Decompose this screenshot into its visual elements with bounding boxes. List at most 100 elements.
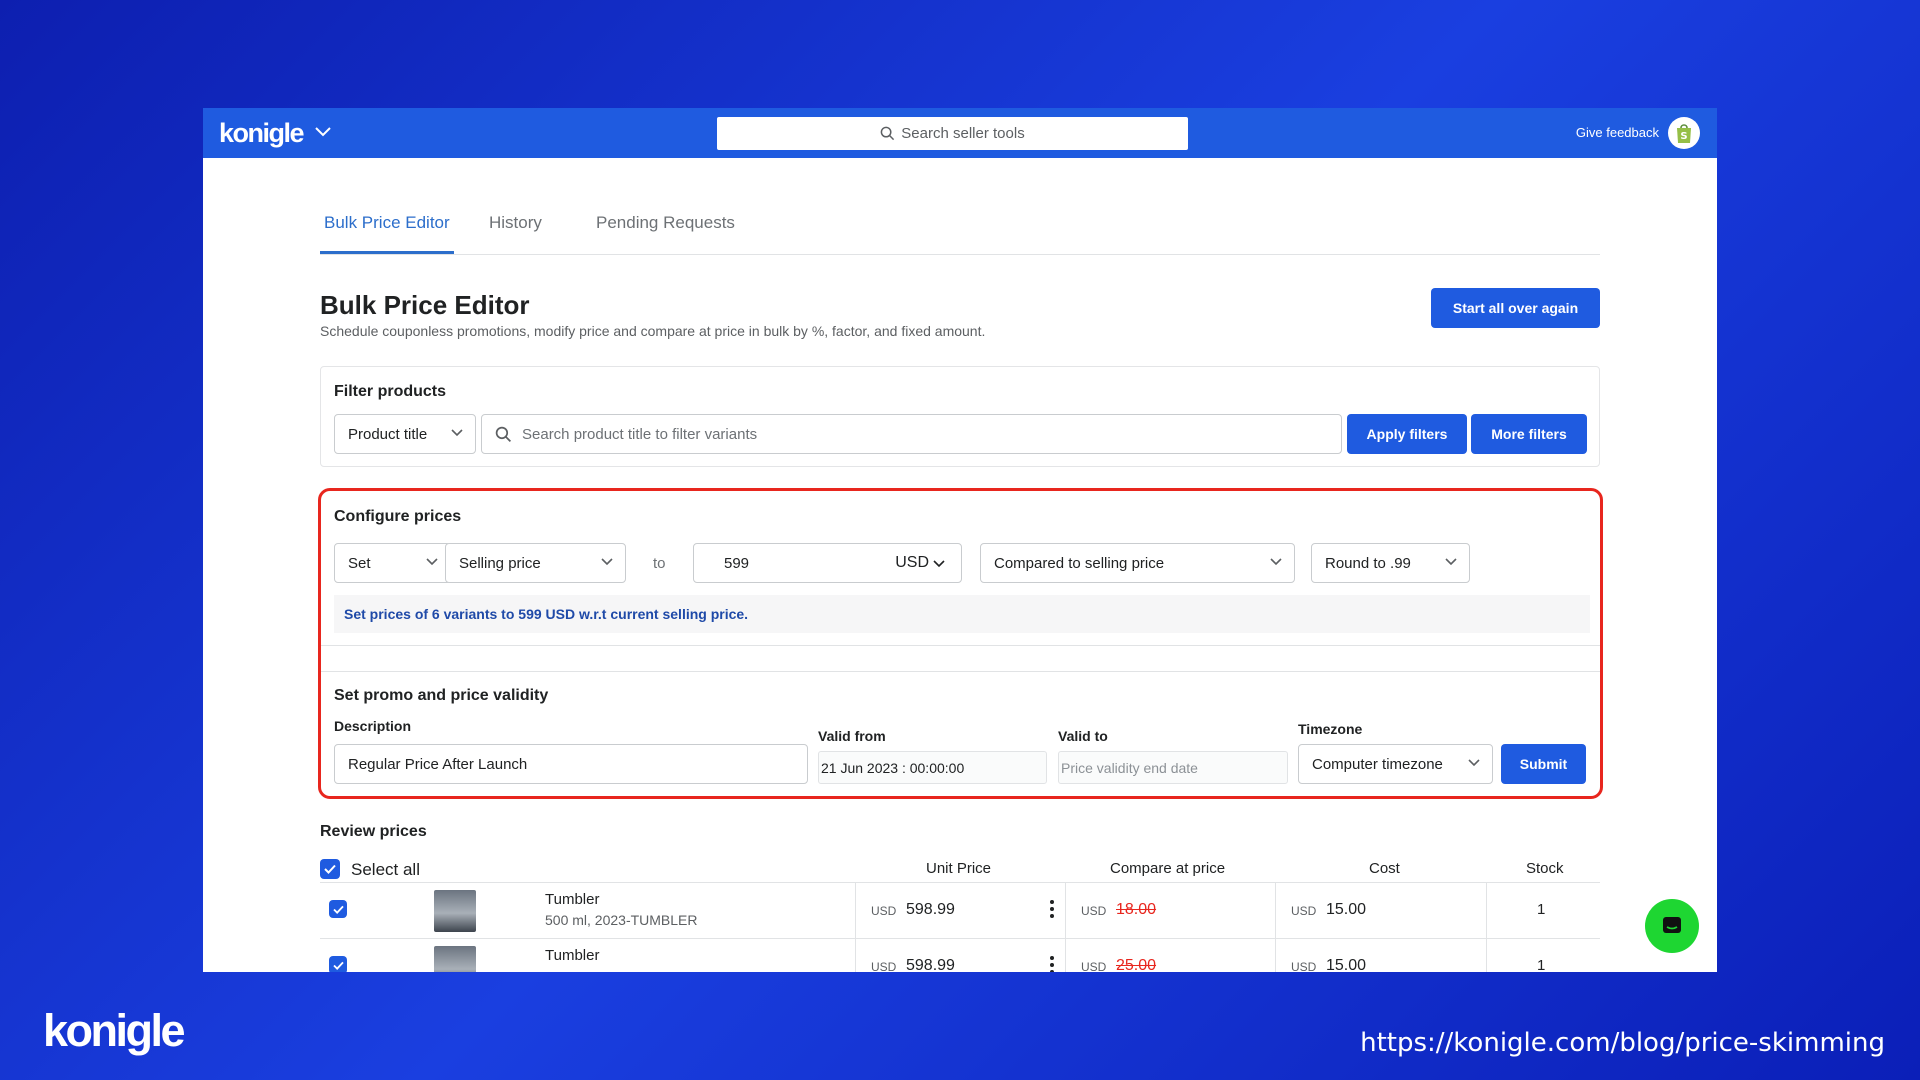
compare-at-value[interactable]: 25.00 (1116, 957, 1156, 972)
check-icon (332, 961, 344, 970)
footer-logo: konigle (43, 1005, 186, 1056)
timezone-select[interactable]: Computer timezone (1298, 744, 1493, 784)
chat-launcher-button[interactable] (1645, 899, 1699, 953)
review-prices-title: Review prices (320, 823, 427, 840)
chevron-down-icon (601, 558, 613, 566)
tab-bulk-price-editor[interactable]: Bulk Price Editor (320, 213, 454, 254)
more-options-icon[interactable] (1050, 900, 1054, 921)
tab-history[interactable]: History (485, 213, 546, 251)
start-over-button[interactable]: Start all over again (1431, 288, 1600, 328)
select-all-checkbox[interactable] (320, 859, 340, 879)
to-label: to (653, 555, 666, 572)
apply-filters-button[interactable]: Apply filters (1347, 414, 1467, 454)
product-thumbnail (434, 946, 476, 972)
currency-select[interactable]: USD (895, 554, 929, 572)
row-checkbox[interactable] (329, 900, 347, 918)
valid-to-placeholder: Price validity end date (1061, 759, 1198, 776)
configure-prices-highlight: Configure prices Set Selling price to 59… (318, 488, 1603, 799)
tab-pending-requests[interactable]: Pending Requests (592, 213, 739, 251)
search-icon (495, 426, 512, 443)
filter-products-title: Filter products (334, 383, 447, 400)
cost-value[interactable]: 15.00 (1326, 901, 1366, 919)
chevron-down-icon (933, 560, 945, 568)
cost-currency: USD (1291, 960, 1317, 972)
unit-price-currency: USD (871, 960, 897, 972)
comparison-value: Compared to selling price (994, 554, 1165, 572)
filter-products-card: Filter products Product title Search pro… (320, 366, 1600, 467)
section-divider (321, 671, 1600, 672)
cell-divider (1486, 939, 1487, 972)
filter-field-select[interactable]: Product title (334, 414, 476, 454)
search-icon (880, 126, 895, 141)
compare-at-value[interactable]: 18.00 (1116, 901, 1156, 919)
price-change-summary: Set prices of 6 variants to 599 USD w.r.… (334, 595, 1590, 633)
row-checkbox[interactable] (329, 956, 347, 972)
chevron-down-icon (426, 558, 438, 566)
footer-url: https://konigle.com/blog/price-skimming (1360, 1028, 1885, 1058)
seller-tools-search[interactable]: Search seller tools (717, 117, 1188, 150)
comparison-select[interactable]: Compared to selling price (980, 543, 1295, 583)
valid-from-value: 21 Jun 2023 : 00:00:00 (821, 759, 965, 776)
give-feedback-link[interactable]: Give feedback (1576, 125, 1659, 140)
cell-divider (1065, 939, 1066, 972)
valid-to-input[interactable]: Price validity end date (1058, 751, 1288, 784)
select-all-label: Select all (351, 860, 420, 879)
table-row[interactable]: Tumbler USD 598.99 USD 25.00 USD 15.00 1 (320, 939, 1600, 972)
cost-value[interactable]: 15.00 (1326, 957, 1366, 972)
top-bar: konigle Search seller tools Give feedbac… (203, 108, 1717, 158)
page-subtitle: Schedule couponless promotions, modify p… (320, 323, 986, 339)
chevron-down-icon (315, 124, 331, 142)
price-action-select[interactable]: Set (334, 543, 451, 583)
valid-from-input[interactable]: 21 Jun 2023 : 00:00:00 (818, 751, 1047, 784)
search-placeholder: Search seller tools (901, 125, 1025, 142)
brand-switcher[interactable]: konigle (219, 118, 331, 149)
rounding-value: Round to .99 (1325, 554, 1411, 572)
submit-button[interactable]: Submit (1501, 744, 1586, 784)
description-input[interactable]: Regular Price After Launch (334, 744, 808, 784)
valid-from-label: Valid from (818, 728, 886, 744)
filter-search-input[interactable]: Search product title to filter variants (481, 414, 1342, 454)
unit-price-currency: USD (871, 904, 897, 918)
cell-divider (1486, 883, 1487, 939)
valid-to-label: Valid to (1058, 728, 1108, 744)
tab-bar: Bulk Price Editor History Pending Reques… (320, 201, 1600, 255)
chevron-down-icon (1270, 558, 1282, 566)
configure-prices-title: Configure prices (334, 508, 462, 525)
product-variant: 500 ml, 2023-TUMBLER (545, 912, 698, 928)
section-divider (321, 645, 1600, 646)
price-amount-input[interactable]: 599 USD (693, 543, 962, 583)
cost-currency: USD (1291, 904, 1317, 918)
filter-search-placeholder: Search product title to filter variants (522, 425, 758, 443)
more-filters-button[interactable]: More filters (1471, 414, 1587, 454)
table-row[interactable]: Tumbler 500 ml, 2023-TUMBLER USD 598.99 … (320, 883, 1600, 939)
unit-price-value[interactable]: 598.99 (906, 957, 955, 972)
description-value: Regular Price After Launch (348, 755, 528, 773)
more-options-icon[interactable] (1050, 956, 1054, 972)
unit-price-value[interactable]: 598.99 (906, 901, 955, 919)
col-stock: Stock (1526, 860, 1564, 877)
cell-divider (1065, 883, 1066, 939)
shopify-avatar[interactable]: S (1668, 117, 1700, 149)
price-action-value: Set (348, 554, 371, 572)
app-window: konigle Search seller tools Give feedbac… (203, 108, 1717, 972)
check-icon (332, 905, 344, 914)
cell-divider (1275, 939, 1276, 972)
stock-value: 1 (1537, 957, 1546, 972)
shopify-bag-icon: S (1677, 124, 1691, 143)
col-unit-price: Unit Price (926, 860, 992, 877)
compare-at-currency: USD (1081, 904, 1107, 918)
page-title: Bulk Price Editor (320, 290, 530, 320)
rounding-select[interactable]: Round to .99 (1311, 543, 1470, 583)
product-title: Tumbler (545, 947, 600, 964)
cell-divider (855, 883, 856, 939)
price-target-value: Selling price (459, 554, 541, 572)
price-amount-value: 599 (724, 554, 750, 572)
price-target-select[interactable]: Selling price (445, 543, 626, 583)
brand-logo: konigle (219, 117, 305, 148)
compare-at-currency: USD (1081, 960, 1107, 972)
svg-text:S: S (1680, 131, 1687, 142)
cell-divider (1275, 883, 1276, 939)
product-title: Tumbler (545, 891, 600, 908)
chevron-down-icon (1445, 558, 1457, 566)
timezone-value: Computer timezone (1312, 755, 1443, 773)
